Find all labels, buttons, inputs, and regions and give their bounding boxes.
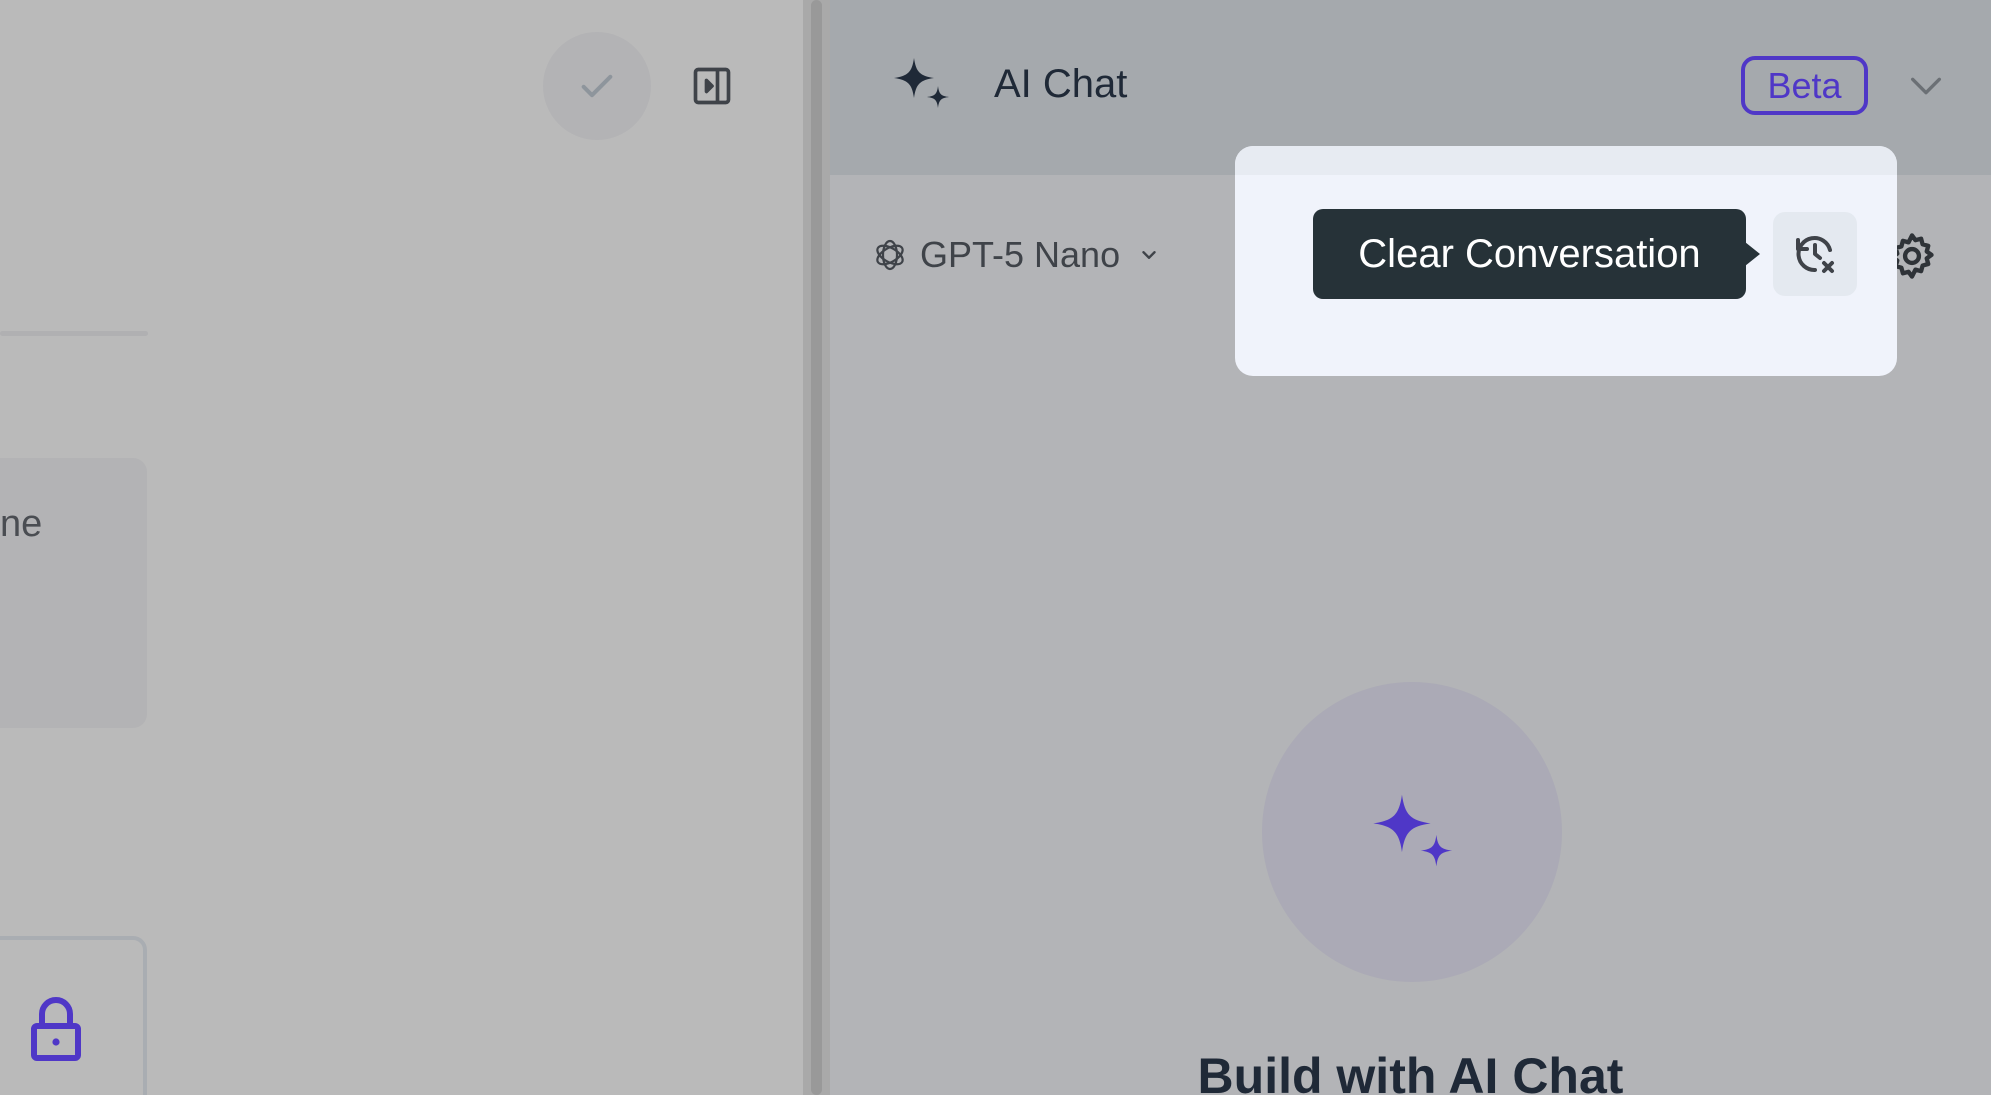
content-card[interactable]: ne (0, 458, 147, 728)
lock-icon (31, 997, 81, 1061)
panel-splitter[interactable] (803, 0, 830, 1095)
sparkles-icon (894, 58, 949, 108)
chat-title: AI Chat (994, 62, 1128, 106)
tooltip-arrow (1745, 242, 1760, 266)
history-clear-icon (1796, 236, 1834, 273)
model-name: GPT-5 Nano (920, 234, 1121, 275)
beta-badge: Beta (1741, 56, 1868, 115)
hero-illustration (1262, 682, 1562, 982)
onboarding-popover: Clear Conversation (1235, 146, 1897, 376)
toggle-panel-button[interactable] (688, 62, 736, 110)
tooltip: Clear Conversation (1313, 209, 1746, 299)
sparkles-icon (1373, 794, 1453, 867)
openai-icon (872, 237, 908, 273)
chevron-down-icon[interactable] (1906, 66, 1946, 106)
popover-header-strip (1235, 146, 1897, 175)
splitter-handle[interactable] (811, 0, 822, 1095)
ai-chat-panel: AI Chat Beta GPT-5 Nano Clear Conversati… (830, 0, 1991, 1095)
check-icon (581, 74, 613, 98)
chevron-down-icon (1138, 244, 1160, 266)
locked-card[interactable] (0, 936, 147, 1095)
tooltip-text: Clear Conversation (1358, 231, 1701, 276)
divider (0, 331, 148, 336)
panel-right-icon (693, 67, 731, 105)
editor-panel: ne (0, 0, 803, 1095)
hero-title: Build with AI Chat (1197, 1048, 1624, 1095)
model-selector[interactable]: GPT-5 Nano (872, 232, 1160, 278)
beta-badge-label: Beta (1767, 64, 1842, 106)
confirm-button[interactable] (543, 32, 651, 140)
clear-conversation-button[interactable] (1773, 212, 1857, 296)
card-text: ne (0, 503, 43, 545)
